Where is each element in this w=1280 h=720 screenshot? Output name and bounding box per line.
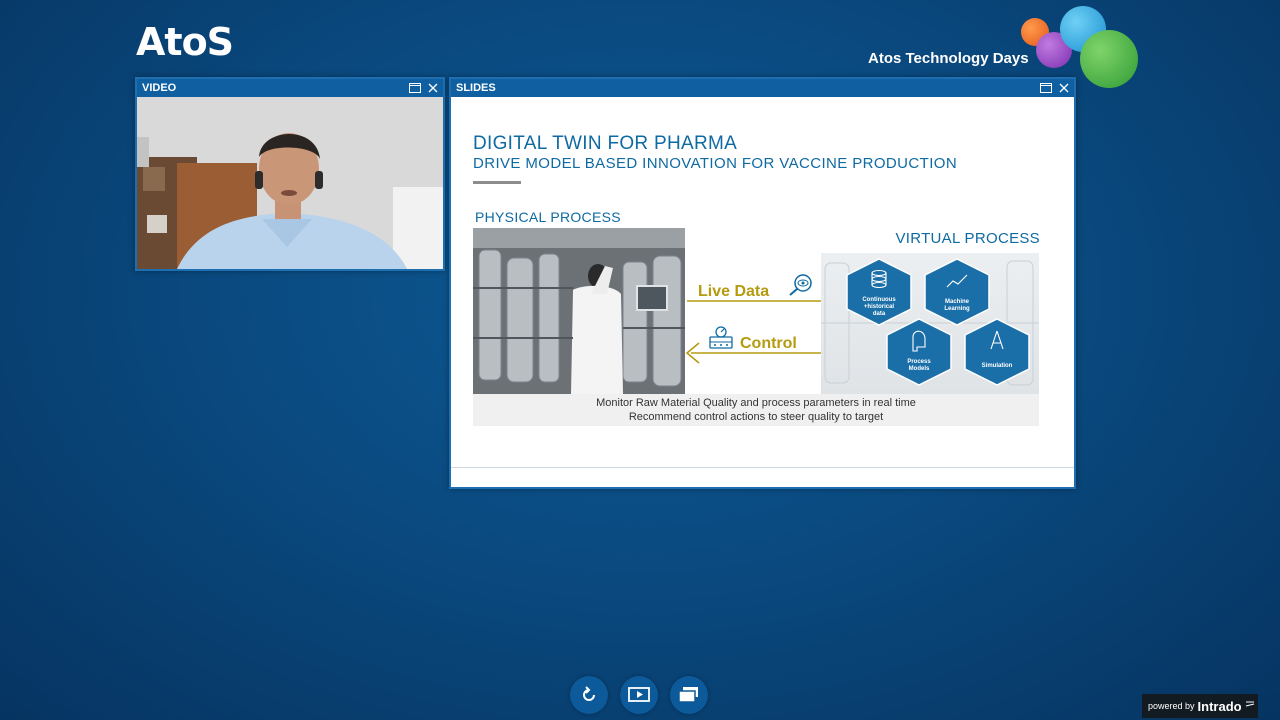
slides-view-button[interactable] — [620, 676, 658, 714]
video-panel-title: VIDEO — [142, 82, 177, 94]
video-panel: VIDEO — [135, 77, 445, 271]
physical-process-photo — [473, 228, 685, 394]
hexagon-models — [886, 318, 952, 386]
video-feed[interactable] — [137, 97, 443, 269]
maximize-icon[interactable] — [409, 83, 421, 93]
slides-panel-header: SLIDES — [451, 79, 1074, 97]
atos-logo: AtoS — [136, 20, 234, 64]
video-panel-header: VIDEO — [137, 79, 443, 97]
slide-caption: Monitor Raw Material Quality and process… — [473, 394, 1039, 426]
screens-button[interactable] — [670, 676, 708, 714]
control-panel-icon — [709, 326, 733, 349]
refresh-button[interactable] — [570, 676, 608, 714]
intrado-signal-icon — [1245, 701, 1254, 707]
slides-panel: SLIDES DIGITAL TWIN FOR PHARMA DRIVE MOD… — [449, 77, 1076, 489]
maximize-icon[interactable] — [1040, 83, 1052, 93]
hexagon-sim-label: Simulation — [982, 363, 1013, 369]
player-toolbar — [570, 676, 708, 714]
hexagon-data-label-2: +historical — [864, 304, 895, 310]
virtual-process-diagram: Continuous +historical data Machine Lear… — [821, 253, 1039, 394]
slide-subtitle: DRIVE MODEL BASED INNOVATION FOR VACCINE… — [473, 155, 958, 172]
refresh-icon — [583, 686, 595, 701]
slide-footer-divider — [451, 467, 1074, 468]
presenter-video-frame — [137, 97, 443, 269]
slide-title: DIGITAL TWIN FOR PHARMA — [473, 133, 738, 154]
hexagon-ml — [924, 258, 990, 326]
hexagon-sim — [964, 318, 1030, 386]
event-title: Atos Technology Days — [868, 50, 1029, 67]
hexagon-models-label-1: Process — [907, 359, 931, 365]
caption-line-1: Monitor Raw Material Quality and process… — [596, 397, 916, 409]
slide-content: DIGITAL TWIN FOR PHARMA DRIVE MODEL BASE… — [451, 97, 1074, 487]
hexagon-ml-label-1: Machine — [945, 299, 970, 305]
hexagon-ml-label-2: Learning — [944, 306, 970, 312]
intrado-logo: Intrado — [1197, 698, 1242, 714]
powered-by-text: powered by — [1148, 701, 1195, 711]
close-icon[interactable] — [1058, 83, 1070, 93]
virtual-process-label: VIRTUAL PROCESS — [895, 230, 1040, 247]
close-icon[interactable] — [427, 83, 439, 93]
title-divider — [473, 181, 521, 184]
hexagon-data-label-3: data — [873, 311, 886, 317]
screens-icon — [678, 687, 698, 703]
magnifier-eye-icon — [789, 274, 812, 296]
hexagon-models-label-2: Models — [909, 366, 930, 372]
caption-line-2: Recommend control actions to steer quali… — [628, 411, 884, 423]
live-data-label: Live Data — [698, 283, 770, 300]
hexagon-data-label-1: Continuous — [862, 297, 896, 303]
slides-panel-title: SLIDES — [456, 82, 496, 94]
powered-by-badge[interactable]: powered by Intrado — [1142, 694, 1258, 718]
physical-process-label: PHYSICAL PROCESS — [475, 209, 621, 225]
orb-green — [1080, 30, 1138, 88]
slides-icon — [628, 687, 650, 702]
control-label: Control — [740, 335, 797, 352]
